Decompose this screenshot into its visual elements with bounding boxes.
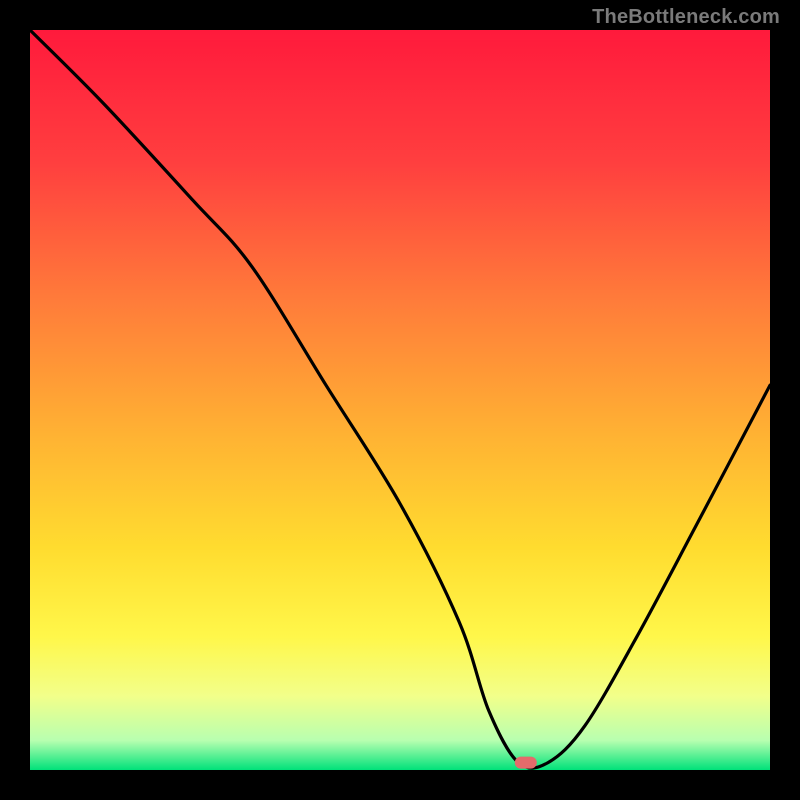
gradient-background	[30, 30, 770, 770]
plot-area	[30, 30, 770, 770]
watermark-text: TheBottleneck.com	[592, 6, 780, 29]
bottleneck-chart	[30, 30, 770, 770]
optimal-marker	[515, 757, 537, 769]
chart-stage: TheBottleneck.com	[0, 0, 800, 800]
